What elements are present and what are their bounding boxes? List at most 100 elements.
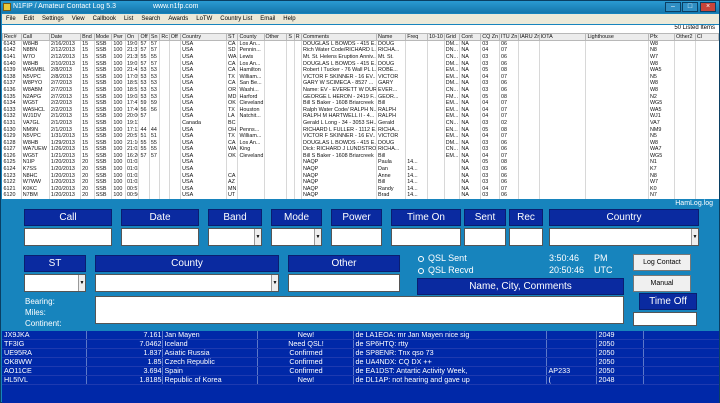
column-header[interactable]: CQ Zn [480,33,500,41]
table-row[interactable]: 6128W8HB1/29/201315SSB10021:165555USACAL… [2,139,719,146]
log-grid[interactable]: 50 Listed Items Rec# Call Date Bnd Mode Pwr On… [2,25,719,199]
table-row[interactable]: 6122W7WW1/20/201320SSB10001:02 USAAZ NAQPB… [2,178,719,186]
table-row[interactable]: 6129N5VPC1/31/201315SSB10020:575151USATX… [2,132,719,140]
column-header[interactable]: Cl [694,33,719,41]
table-row[interactable]: 6141W7O2/12/201315SSB10021:355555USAWALe… [2,53,719,61]
menu-item[interactable]: List [124,16,133,22]
table-row[interactable]: 6136W8ABM2/7/201315SSB10018:515353USAORW… [2,86,719,94]
menu-item[interactable]: Email [260,16,275,22]
power-input[interactable] [331,228,382,246]
table-row[interactable]: 6138N5VPC2/8/201315SSB10017:055353USATXW… [2,73,719,81]
chevron-down-icon[interactable]: ▼ [254,229,261,245]
table-row[interactable]: 6121K0KC1/20/201320SSB10000:57 USAMN NAQPR… [2,185,719,193]
menu-item[interactable]: Settings [42,16,64,22]
table-row[interactable]: 6140W8HB2/10/201315SSB10019:015757USACAL… [2,60,719,67]
sent-input[interactable] [464,228,506,246]
radio-icon[interactable] [418,255,424,262]
country-select[interactable]: ▼ [549,228,699,246]
table-row[interactable]: 6127WA7UEW1/26/201315SSB10021:025555USAW… [2,146,719,153]
log-contact-button[interactable]: Log Contact [633,254,691,271]
rec-input[interactable] [509,228,543,246]
manual-button[interactable]: Manual [633,275,691,292]
column-header[interactable]: Sn [148,33,161,41]
chevron-down-icon[interactable]: ▼ [271,275,278,291]
table-row[interactable]: 6135N2APG2/7/201315SSB10019:035353USAMDH… [2,93,719,100]
table-row[interactable]: 6131 VA7GL 2/1/2013 15 SSB 100 19:11 Canada BC Ge… [2,119,719,127]
column-header[interactable]: Grid [443,33,461,41]
column-header[interactable]: Off [168,33,182,41]
spot-row[interactable]: TF3IG 7.0462 Iceland Need QSL! de SP6HTQ: rt… [2,339,719,349]
minimize-icon[interactable]: – [665,2,681,12]
column-header[interactable]: Other [263,33,288,41]
spot-row[interactable]: OK8WW 1.85 Czech Republic Confirmed de UA4ND… [2,357,719,367]
column-header[interactable]: IARU Zn [517,33,540,41]
time-on-input[interactable] [391,228,461,246]
table-row[interactable]: 6132WJ1DV2/1/201315SSB10020:0657 USALANat… [2,113,719,120]
table-row[interactable]: 6143W8HB2/16/201315SSB10019:015757USACAL… [2,40,719,48]
band-select[interactable]: ▼ [208,228,262,246]
column-header[interactable]: 10-10 [427,33,445,41]
column-header[interactable]: Name [376,33,407,41]
date-input[interactable] [121,228,199,246]
table-row[interactable]: 6133WA5HCL2/2/201315SSB10017:465656USATX… [2,106,719,114]
column-header[interactable]: R [293,33,303,41]
column-header[interactable]: Pwr [111,33,126,41]
table-row[interactable]: 6124K7SS1/20/201320SSB10001:03 USA NAQPDan… [2,165,719,173]
column-header[interactable]: Comments [300,33,378,41]
column-header[interactable]: Date [48,33,82,41]
menu-item[interactable]: Edit [24,16,34,22]
menu-item[interactable]: File [6,16,16,22]
st-select[interactable]: ▼ [24,274,86,292]
qsl-recvd[interactable]: QSL Recvd [418,265,474,275]
close-icon[interactable]: × [700,2,716,12]
menu-item[interactable]: LoTW [196,16,212,22]
spot-row[interactable]: AO11CE 3.694 Spain Confirmed de EA1DST: Anta… [2,366,719,376]
column-header[interactable]: Mode [93,33,113,41]
menu-item[interactable]: Country List [220,16,252,22]
chevron-down-icon[interactable]: ▼ [314,229,321,245]
table-row[interactable]: 6120N7BM1/20/201320SSB10000:56 USAUT NAQPB… [2,192,719,199]
table-row[interactable]: 6123N8HC1/20/201320SSB10001:02 USACA NAQPA… [2,172,719,179]
column-header[interactable]: Cont [459,33,482,41]
menu-item[interactable]: Callbook [93,16,116,22]
column-header[interactable]: Rc [159,33,170,41]
table-row[interactable]: 6126WG5T1/21/201315SSB10016:205757USAOKC… [2,152,719,160]
menu-item[interactable]: Help [283,16,295,22]
mode-select[interactable]: ▼ [271,228,322,246]
column-header[interactable]: County [237,33,265,41]
qsl-sent[interactable]: QSL Sent [418,253,467,263]
table-row[interactable]: 6125N1IP1/20/201320SSB10001:03 USA NAQPPau… [2,159,719,166]
column-header[interactable]: IOTA [538,33,587,41]
chevron-down-icon[interactable]: ▼ [78,275,85,291]
call-input[interactable] [24,228,112,246]
column-header[interactable]: S [286,33,295,41]
column-header[interactable]: Country [180,33,227,41]
table-row[interactable]: 6142N8BN2/12/201315SSB10021:375757USASDP… [2,47,719,54]
menu-item[interactable]: Search [141,16,160,22]
column-header[interactable]: On [124,33,140,41]
table-row[interactable]: 6139WA5MBL2/8/201315SSB10021:415353USACA… [2,66,719,74]
column-header[interactable]: ST [225,33,239,41]
column-header[interactable]: Lighthouse [585,33,649,41]
column-header[interactable]: Call [20,33,50,41]
comments-input[interactable] [95,296,624,324]
column-header[interactable]: ITU Zn [498,33,519,41]
county-select[interactable]: ▼ [95,274,279,292]
chevron-down-icon[interactable]: ▼ [691,229,698,245]
spot-row[interactable]: JX9JKA 7.161 Jan Mayen New! de LA1EOA: mr Ja… [2,331,719,340]
column-header[interactable]: Other2 [674,33,696,41]
column-header[interactable]: Freq [405,33,429,41]
column-header[interactable]: Pfx [647,33,676,41]
column-header[interactable]: Bnd [80,33,95,41]
maximize-icon[interactable]: □ [682,2,698,12]
other-input[interactable] [288,274,400,292]
menu-item[interactable]: View [72,16,85,22]
radio-icon[interactable] [418,267,424,274]
table-row[interactable]: 6134WG5T2/2/201315SSB10017:475959USAOKCl… [2,99,719,107]
table-row[interactable]: 6130NM9N2/1/201315SSB10017:124444USAOHPe… [2,126,719,133]
column-header[interactable]: Off [138,33,150,41]
spot-row[interactable]: UE95RA 1.837 Asiatic Russia Confirmed de SP8… [2,348,719,358]
time-off-input[interactable] [633,312,697,326]
column-header[interactable]: Rec# [2,33,22,41]
menu-item[interactable]: Awards [168,16,188,22]
